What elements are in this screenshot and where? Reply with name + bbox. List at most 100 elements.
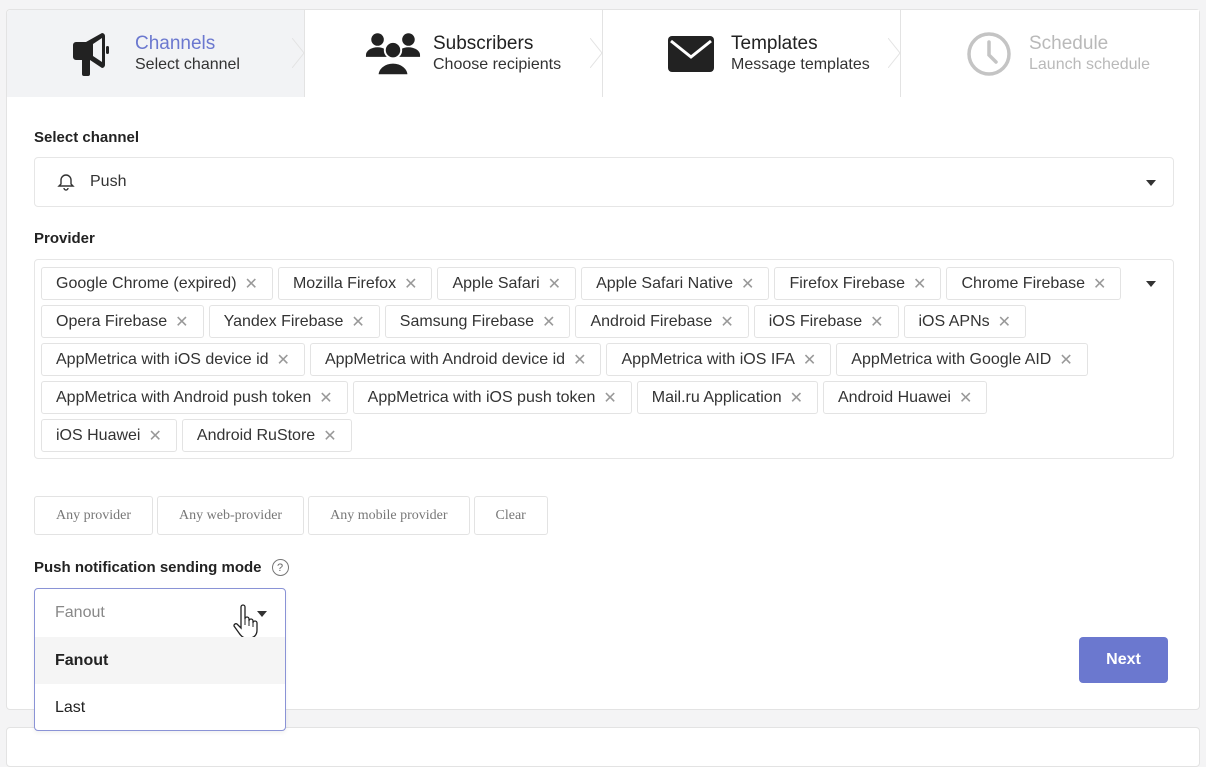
secondary-card (6, 727, 1200, 767)
remove-tag-icon[interactable]: ✕ (870, 312, 883, 332)
provider-tag: iOS APNs ✕ (903, 305, 1027, 338)
remove-tag-icon[interactable]: ✕ (277, 350, 290, 370)
remove-tag-icon[interactable]: ✕ (1093, 274, 1106, 294)
remove-tag-icon[interactable]: ✕ (720, 312, 733, 332)
provider-tag-label: iOS Huawei (56, 426, 141, 444)
provider-tag: Android Huawei ✕ (823, 381, 988, 414)
campaign-wizard-card: Channels Select channel Subscribers Choo… (6, 9, 1200, 731)
remove-tag-icon[interactable]: ✕ (573, 350, 586, 370)
provider-tag: Apple Safari Native ✕ (581, 267, 770, 300)
remove-tag-icon[interactable]: ✕ (790, 388, 803, 408)
provider-tag: Yandex Firebase ✕ (208, 305, 380, 338)
provider-tag: Firefox Firebase ✕ (774, 267, 942, 300)
sending-mode-label-text: Push notification sending mode (34, 559, 262, 576)
provider-tag: iOS Firebase ✕ (753, 305, 899, 338)
clear-button[interactable]: Clear (473, 496, 548, 535)
step-chevron (590, 38, 603, 68)
provider-tag-label: Apple Safari Native (596, 274, 734, 292)
provider-tag: Android RuStore ✕ (181, 419, 352, 452)
select-channel-label: Select channel (34, 129, 140, 146)
provider-tag-label: Firefox Firebase (789, 274, 906, 292)
channel-select[interactable]: Push (34, 157, 1174, 207)
step-title: Subscribers (433, 33, 534, 54)
provider-multiselect[interactable]: Google Chrome (expired) ✕ Mozilla Firefox ✕… (34, 259, 1174, 459)
remove-tag-icon[interactable]: ✕ (803, 350, 816, 370)
step-subscribers[interactable]: Subscribers Choose recipients (305, 10, 603, 97)
step-channels[interactable]: Channels Select channel (7, 10, 305, 97)
provider-tag-label: Android RuStore (196, 426, 316, 444)
remove-tag-icon[interactable]: ✕ (741, 274, 754, 294)
provider-tag-label: iOS Firebase (768, 312, 863, 330)
envelope-icon (663, 31, 719, 77)
channel-value: Push (90, 173, 127, 190)
provider-tag-label: Android Huawei (838, 388, 951, 406)
clock-icon (961, 31, 1017, 77)
remove-tag-icon[interactable]: ✕ (998, 312, 1011, 332)
provider-tag: AppMetrica with iOS push token ✕ (352, 381, 632, 414)
remove-tag-icon[interactable]: ✕ (148, 426, 161, 446)
provider-tag-label: AppMetrica with Google AID (851, 350, 1052, 368)
provider-tag-label: Mail.ru Application (651, 388, 782, 406)
sending-mode-option[interactable]: Fanout (35, 637, 285, 684)
provider-tag-label: Google Chrome (expired) (56, 274, 237, 292)
remove-tag-icon[interactable]: ✕ (913, 274, 926, 294)
provider-tag: AppMetrica with Google AID ✕ (836, 343, 1088, 376)
wizard-steps: Channels Select channel Subscribers Choo… (7, 10, 1199, 97)
provider-tag: Mozilla Firefox ✕ (277, 267, 433, 300)
remove-tag-icon[interactable]: ✕ (404, 274, 417, 294)
step-title: Templates (731, 33, 818, 54)
remove-tag-icon[interactable]: ✕ (959, 388, 972, 408)
remove-tag-icon[interactable]: ✕ (548, 274, 561, 294)
provider-tag: Samsung Firebase ✕ (384, 305, 571, 338)
remove-tag-icon[interactable]: ✕ (319, 388, 332, 408)
remove-tag-icon[interactable]: ✕ (1059, 350, 1072, 370)
provider-tag-label: Apple Safari (452, 274, 540, 292)
remove-tag-icon[interactable]: ✕ (542, 312, 555, 332)
next-button[interactable]: Next (1079, 637, 1168, 683)
step-subtitle: Launch schedule (1029, 56, 1150, 73)
provider-label: Provider (34, 230, 95, 247)
remove-tag-icon[interactable]: ✕ (351, 312, 364, 332)
users-icon (365, 31, 421, 77)
provider-tag: Chrome Firebase ✕ (946, 267, 1122, 300)
hand-cursor-icon (233, 604, 258, 639)
chevron-down-icon[interactable] (1146, 180, 1156, 186)
provider-tag: Opera Firebase ✕ (41, 305, 204, 338)
any-web-provider-button[interactable]: Any web-provider (157, 496, 305, 535)
provider-tag: AppMetrica with iOS IFA ✕ (606, 343, 832, 376)
provider-tag: AppMetrica with iOS device id ✕ (41, 343, 305, 376)
bell-icon (57, 174, 75, 191)
provider-tag-label: AppMetrica with iOS IFA (621, 350, 795, 368)
provider-tag: Apple Safari ✕ (437, 267, 577, 300)
any-provider-button[interactable]: Any provider (34, 496, 154, 535)
step-templates[interactable]: Templates Message templates (603, 10, 901, 97)
remove-tag-icon[interactable]: ✕ (603, 388, 616, 408)
quick-select-buttons: Any provider Any web-provider Any mobile p… (34, 496, 552, 535)
provider-tag: iOS Huawei ✕ (41, 419, 177, 452)
megaphone-icon (67, 31, 123, 77)
chevron-down-icon[interactable] (1146, 281, 1156, 287)
remove-tag-icon[interactable]: ✕ (245, 274, 258, 294)
provider-tag-label: AppMetrica with Android device id (324, 350, 566, 368)
provider-tag: AppMetrica with Android device id ✕ (309, 343, 602, 376)
step-chevron (292, 38, 305, 68)
provider-tag: Android Firebase ✕ (575, 305, 749, 338)
provider-tag-label: AppMetrica with Android push token (56, 388, 312, 406)
step-subtitle: Message templates (731, 56, 870, 73)
provider-tag-label: Android Firebase (590, 312, 713, 330)
provider-tag: Mail.ru Application ✕ (636, 381, 818, 414)
provider-tag: Google Chrome (expired) ✕ (41, 267, 273, 300)
step-title: Schedule (1029, 33, 1109, 54)
sending-mode-current: Fanout (55, 604, 105, 621)
provider-tag-label: AppMetrica with iOS device id (56, 350, 269, 368)
provider-tag-label: Mozilla Firefox (292, 274, 397, 292)
provider-tag-label: AppMetrica with iOS push token (367, 388, 596, 406)
help-icon[interactable]: ? (271, 559, 289, 576)
provider-tag: AppMetrica with Android push token ✕ (41, 381, 348, 414)
provider-tag-label: Yandex Firebase (223, 312, 344, 330)
remove-tag-icon[interactable]: ✕ (323, 426, 336, 446)
any-mobile-provider-button[interactable]: Any mobile provider (308, 496, 470, 535)
sending-mode-option[interactable]: Last (35, 684, 285, 731)
remove-tag-icon[interactable]: ✕ (175, 312, 188, 332)
sending-mode-select[interactable]: Fanout Fanout Last (34, 588, 286, 731)
